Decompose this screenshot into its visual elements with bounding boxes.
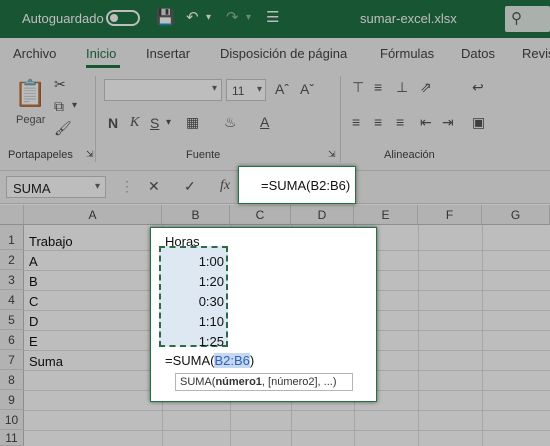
paste-label: Pegar	[16, 114, 46, 126]
align-top-icon[interactable]: ⊤	[352, 79, 364, 96]
row-header[interactable]: 10	[0, 410, 24, 430]
column-header-a[interactable]: A	[24, 205, 162, 225]
clipboard-launcher-icon[interactable]: ⇲	[86, 149, 94, 160]
cell-a5[interactable]: D	[29, 314, 38, 329]
align-right-icon[interactable]: ≡	[396, 114, 404, 130]
underline-icon[interactable]: S	[150, 115, 159, 131]
font-launcher-icon[interactable]: ⇲	[328, 149, 336, 160]
name-box-dropdown-icon[interactable]: ▾	[95, 181, 100, 192]
format-painter-icon[interactable]: 🖌	[54, 120, 72, 137]
row-header[interactable]: 4	[0, 290, 24, 310]
enter-icon[interactable]: ✓	[184, 178, 196, 195]
row-header[interactable]: 3	[0, 270, 24, 290]
redo-dropdown-icon[interactable]: ▾	[246, 9, 251, 27]
cell-a3[interactable]: B	[29, 274, 38, 289]
title-bar: Autoguardado 💾 ↶ ▾ ↷ ▾ ☰ sumar-excel.xls…	[0, 0, 550, 38]
italic-icon[interactable]: K	[130, 115, 139, 131]
increase-font-icon[interactable]: Aˆ	[275, 81, 289, 97]
row-header[interactable]: 5	[0, 310, 24, 330]
column-header-e[interactable]: E	[354, 205, 418, 225]
row-header[interactable]: 7	[0, 350, 24, 370]
search-box[interactable]: ⚲	[505, 6, 550, 32]
decrease-indent-icon[interactable]: ⇤	[420, 114, 432, 131]
row-header[interactable]: 1	[0, 230, 24, 250]
merge-center-icon[interactable]: ▣	[472, 114, 485, 131]
tab-revisar[interactable]: Revis	[522, 46, 550, 61]
cell-a6[interactable]: E	[29, 334, 38, 349]
select-all-corner[interactable]	[0, 205, 24, 225]
name-box[interactable]: SUMA ▾	[6, 176, 106, 198]
cut-icon[interactable]: ✂	[54, 76, 66, 93]
column-header-d[interactable]: D	[291, 205, 354, 225]
tab-formulas[interactable]: Fórmulas	[380, 46, 434, 61]
cell-b7-editing[interactable]: =SUMA(B2:B6)	[165, 353, 254, 368]
borders-icon[interactable]: ▦	[186, 114, 199, 131]
ribbon: 📋 Pegar ✂ ⧉ ▾ 🖌 ▾ 11 ▾ Aˆ Aˇ N K S ▾ ▦ ♨…	[0, 70, 550, 171]
orientation-icon[interactable]: ⇗	[420, 79, 432, 96]
redo-icon[interactable]: ↷	[226, 9, 239, 27]
align-center-icon[interactable]: ≡	[374, 114, 382, 130]
align-left-icon[interactable]: ≡	[352, 114, 360, 130]
cell-b3[interactable]: 1:20	[199, 274, 224, 289]
highlight-panel: Horas 1:00 1:20 0:30 1:10 1:25 =SUMA(B2:…	[150, 227, 377, 402]
cell-b2[interactable]: 1:00	[199, 254, 224, 269]
save-icon[interactable]: 💾	[156, 9, 175, 27]
row-header[interactable]: 2	[0, 250, 24, 270]
formula-input[interactable]: =SUMA(B2:B6)	[238, 166, 356, 204]
column-header-c[interactable]: C	[230, 205, 291, 225]
copy-dropdown-icon[interactable]: ▾	[72, 100, 77, 111]
column-header-b[interactable]: B	[162, 205, 230, 225]
group-label-alineacion: Alineación	[384, 149, 435, 161]
insert-function-icon[interactable]: fx	[220, 178, 230, 194]
decrease-font-icon[interactable]: Aˇ	[300, 81, 314, 97]
group-label-fuente: Fuente	[186, 149, 221, 161]
autosave-toggle[interactable]	[106, 10, 140, 26]
ribbon-tabs: Archivo Inicio Insertar Disposición de p…	[0, 38, 550, 70]
cell-b5[interactable]: 1:10	[199, 314, 224, 329]
undo-dropdown-icon[interactable]: ▾	[206, 9, 211, 27]
cancel-icon[interactable]: ✕	[148, 178, 160, 195]
cell-b6[interactable]: 1:25	[199, 334, 224, 349]
cell-b4[interactable]: 0:30	[199, 294, 224, 309]
increase-indent-icon[interactable]: ⇥	[442, 114, 454, 131]
underline-dropdown-icon[interactable]: ▾	[166, 117, 171, 128]
group-label-portapapeles: Portapapeles	[8, 149, 73, 161]
tab-datos[interactable]: Datos	[461, 46, 495, 61]
tab-disposicion[interactable]: Disposición de página	[220, 46, 347, 61]
align-middle-icon[interactable]: ≡	[374, 79, 382, 95]
undo-icon[interactable]: ↶	[186, 9, 199, 27]
cell-a7[interactable]: Suma	[29, 354, 63, 369]
copy-icon[interactable]: ⧉	[54, 98, 64, 115]
file-name: sumar-excel.xlsx	[360, 11, 457, 26]
cell-a1[interactable]: Trabajo	[29, 234, 73, 249]
cell-a2[interactable]: A	[29, 254, 38, 269]
more-icon: ⋮	[120, 178, 134, 194]
paste-icon[interactable]: 📋	[14, 78, 46, 109]
font-color-icon[interactable]: A	[260, 114, 269, 130]
fill-color-icon[interactable]: ♨	[224, 114, 237, 131]
autosave-label: Autoguardado	[22, 11, 104, 26]
customize-toolbar-icon[interactable]: ☰	[266, 9, 279, 27]
row-header[interactable]: 6	[0, 330, 24, 350]
row-header[interactable]: 9	[0, 390, 24, 410]
tab-insertar[interactable]: Insertar	[146, 46, 190, 61]
column-header-f[interactable]: F	[418, 205, 482, 225]
align-bottom-icon[interactable]: ⊥	[396, 79, 408, 96]
search-icon: ⚲	[511, 10, 522, 27]
wrap-text-icon[interactable]: ↩	[472, 79, 484, 96]
tab-archivo[interactable]: Archivo	[13, 46, 56, 61]
column-header-g[interactable]: G	[482, 205, 550, 225]
active-tab-indicator	[86, 65, 120, 68]
row-header[interactable]: 11	[0, 430, 24, 446]
row-header[interactable]: 8	[0, 370, 24, 390]
tab-inicio[interactable]: Inicio	[86, 46, 116, 61]
font-size-box[interactable]: 11 ▾	[226, 79, 266, 101]
bold-icon[interactable]: N	[108, 115, 118, 131]
font-name-box[interactable]: ▾	[104, 79, 222, 101]
cell-a4[interactable]: C	[29, 294, 38, 309]
function-tooltip: SUMA(número1, [número2], ...)	[175, 373, 353, 391]
